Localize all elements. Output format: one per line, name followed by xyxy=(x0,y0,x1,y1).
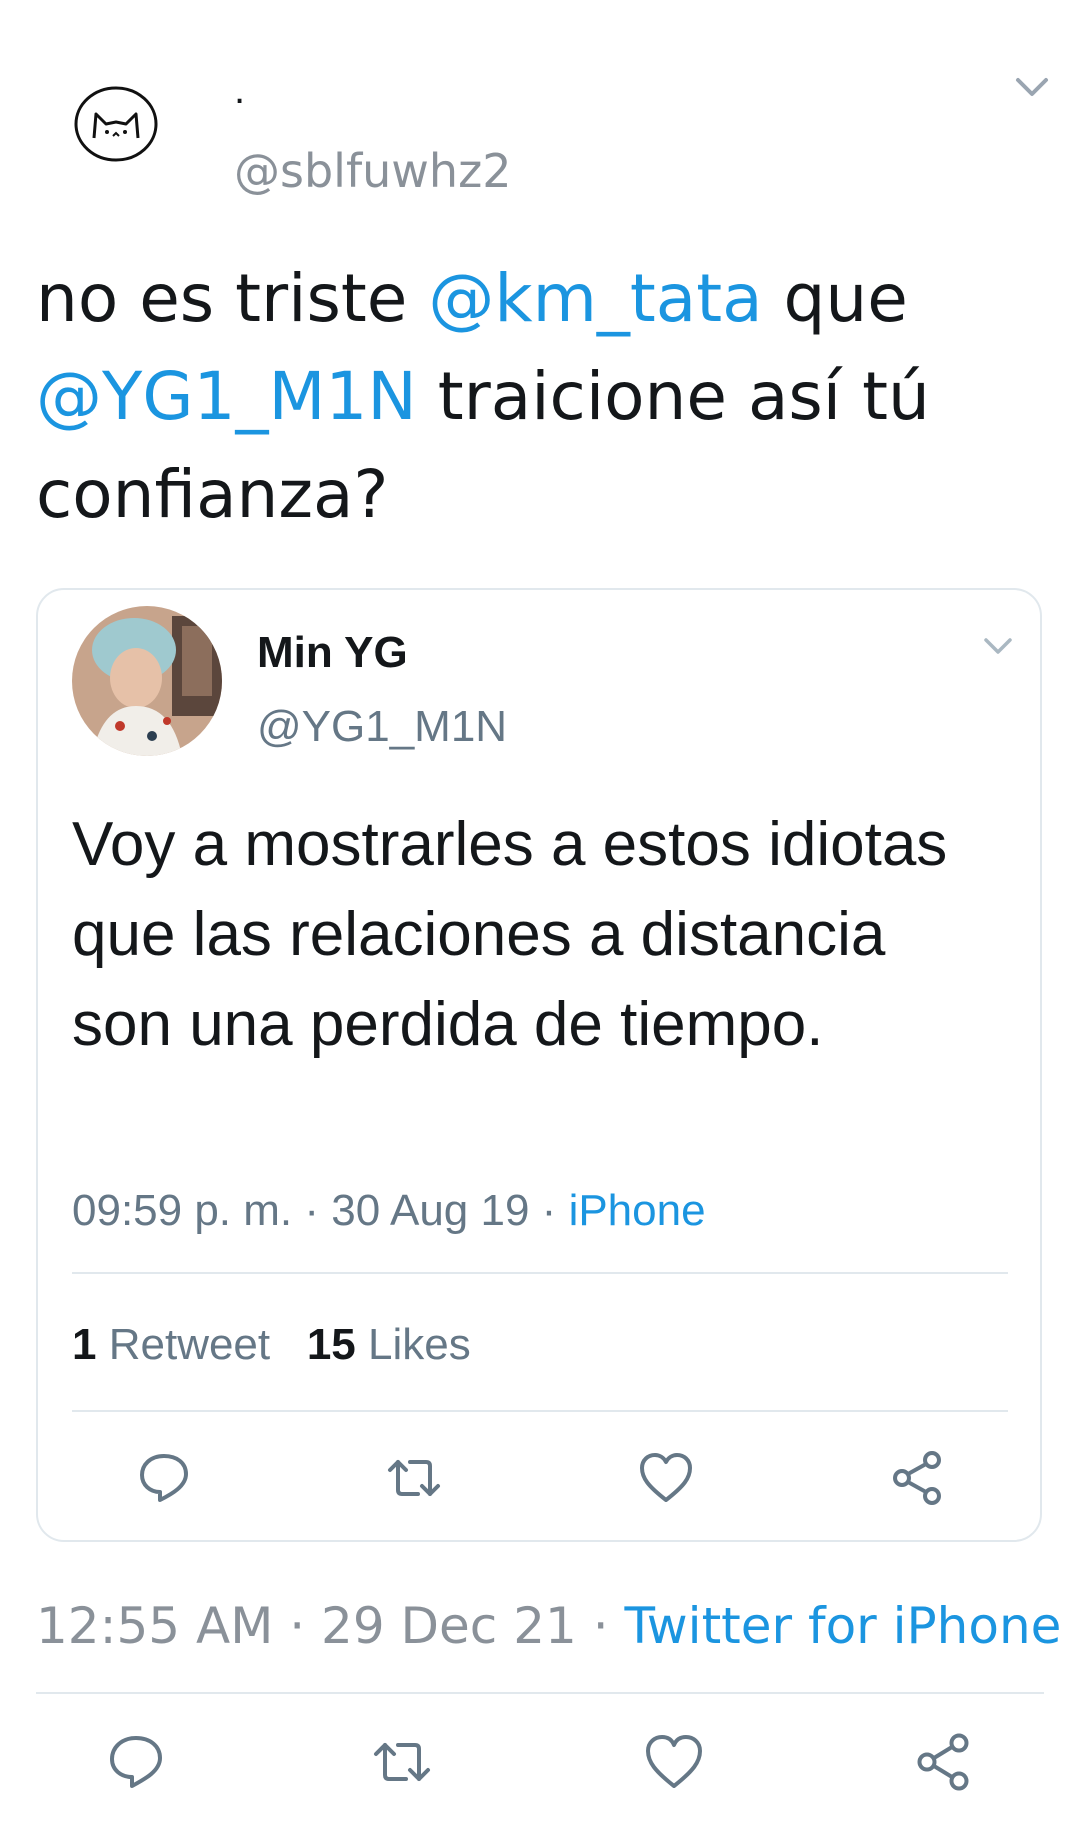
quoted-date: 30 Aug 19 xyxy=(331,1186,530,1235)
separator: · xyxy=(273,1597,322,1655)
likes-count: 15 xyxy=(306,1320,356,1369)
divider xyxy=(72,1272,1008,1274)
separator: · xyxy=(576,1597,625,1655)
separator: · xyxy=(529,1186,569,1235)
divider xyxy=(36,1692,1044,1694)
mention-link[interactable]: @YG1_M1N xyxy=(36,358,417,435)
text-segment: no es triste xyxy=(36,260,429,337)
quoted-display-name[interactable]: Min YG xyxy=(257,628,408,678)
quoted-user-handle[interactable]: @YG1_M1N xyxy=(257,702,507,752)
user-handle[interactable]: @sblfuwhz2 xyxy=(234,148,511,194)
quoted-source-link[interactable]: iPhone xyxy=(569,1186,706,1235)
quoted-tweet-meta: 09:59 p. m. · 30 Aug 19 · iPhone xyxy=(72,1186,706,1236)
likes-label: Likes xyxy=(368,1320,471,1369)
tweet-time: 12:55 AM xyxy=(36,1597,274,1655)
separator: · xyxy=(292,1186,332,1235)
chevron-down-icon[interactable] xyxy=(1012,66,1052,106)
tweet-text: no es triste @km_tata que @YG1_M1N traic… xyxy=(36,250,1046,544)
tweet-meta: 12:55 AM · 29 Dec 21 · Twitter for iPhon… xyxy=(36,1596,1061,1656)
divider xyxy=(72,1410,1008,1412)
retweets-count: 1 xyxy=(72,1320,97,1369)
cat-doodle-icon xyxy=(74,86,158,162)
quoted-time: 09:59 p. m. xyxy=(72,1186,293,1235)
retweet-icon[interactable] xyxy=(372,1732,432,1792)
like-heart-icon[interactable] xyxy=(644,1732,704,1792)
reply-icon[interactable] xyxy=(136,1450,192,1506)
retweets-label: Retweet xyxy=(108,1320,271,1369)
reply-icon[interactable] xyxy=(106,1732,166,1792)
source-link[interactable]: Twitter for iPhone xyxy=(625,1597,1062,1655)
avatar[interactable] xyxy=(72,606,222,756)
quoted-tweet-stats: 1 Retweet 15 Likes xyxy=(72,1320,471,1370)
likes-stat[interactable]: 15 Likes xyxy=(307,1320,471,1369)
quoted-tweet-text: Voy a mostrarles a estos idiotas que las… xyxy=(72,810,948,1059)
retweets-stat[interactable]: 1 Retweet xyxy=(72,1320,270,1369)
display-name[interactable]: . xyxy=(234,70,245,110)
text-segment: que xyxy=(762,260,908,337)
retweet-icon[interactable] xyxy=(386,1450,442,1506)
share-icon[interactable] xyxy=(890,1450,946,1506)
mention-link[interactable]: @km_tata xyxy=(428,260,762,337)
tweet-date: 29 Dec 21 xyxy=(321,1597,577,1655)
avatar[interactable] xyxy=(72,80,160,168)
profile-photo-icon xyxy=(72,606,222,756)
like-heart-icon[interactable] xyxy=(638,1450,694,1506)
chevron-down-icon[interactable] xyxy=(980,628,1016,664)
share-icon[interactable] xyxy=(914,1732,974,1792)
